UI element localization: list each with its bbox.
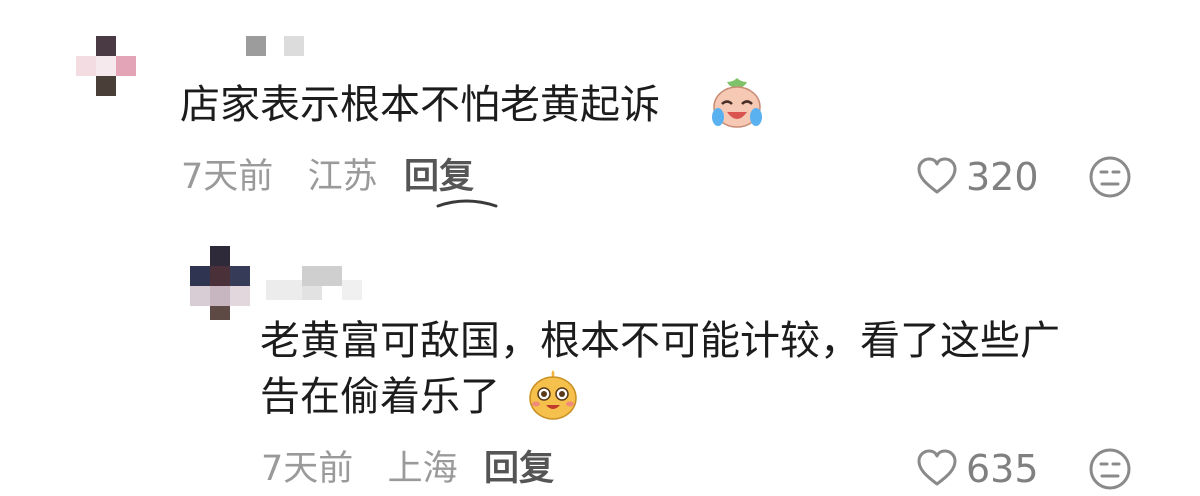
comment-time: 7天前: [181, 157, 274, 197]
comment-time: 7天前: [261, 449, 354, 489]
like-count: 635: [966, 447, 1039, 491]
avatar[interactable]: [76, 36, 136, 96]
heart-icon[interactable]: [915, 448, 959, 488]
grinning-face-icon: [529, 370, 577, 420]
comment-text-line-2: 告在偷着乐了: [260, 374, 500, 420]
comment-text: 店家表示根本不怕老黄起诉: [180, 82, 660, 128]
neutral-face-icon[interactable]: [1088, 155, 1132, 199]
comment-location: 上海: [387, 449, 458, 489]
crying-laughing-face-icon: [712, 78, 762, 128]
comment-location: 江苏: [307, 157, 378, 197]
username[interactable]: [266, 266, 362, 300]
avatar[interactable]: [190, 246, 250, 322]
reply-underline-decoration: [436, 199, 498, 208]
heart-icon[interactable]: [915, 156, 959, 196]
comment-text-line-1: 老黄富可敌国，根本不可能计较，看了这些广: [260, 318, 1060, 364]
reply-button[interactable]: 回复: [484, 448, 554, 490]
neutral-face-icon[interactable]: [1088, 447, 1132, 491]
username[interactable]: [246, 36, 306, 56]
like-count: 320: [966, 155, 1039, 199]
reply-button[interactable]: 回复: [404, 156, 474, 198]
